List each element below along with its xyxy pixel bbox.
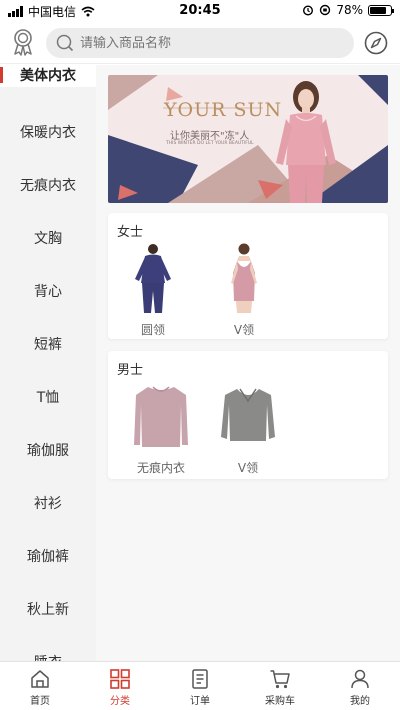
tab-bar: 首页 分类 订单 采购车 我的 <box>0 661 400 710</box>
banner-brand: YOUR SUN <box>164 99 283 121</box>
tab-profile[interactable]: 我的 <box>320 662 400 710</box>
sidebar-item[interactable]: 短裤 <box>0 319 96 372</box>
tab-label: 分类 <box>110 696 130 707</box>
tab-label: 我的 <box>350 696 370 707</box>
compass-icon[interactable] <box>364 31 388 55</box>
section-men: 男士 无痕内衣 V领 <box>108 351 388 479</box>
sidebar-item[interactable]: 瑜伽服 <box>0 425 96 478</box>
order-icon <box>192 669 208 689</box>
search-icon <box>56 34 74 52</box>
sidebar-item[interactable]: T恤 <box>0 372 96 425</box>
sidebar-item[interactable]: 无痕内衣 <box>0 160 96 213</box>
product-item[interactable]: V领 <box>213 381 283 476</box>
product-image <box>135 244 171 313</box>
product-label: 无痕内衣 <box>136 461 185 475</box>
search-input[interactable] <box>80 35 340 51</box>
category-sidebar: 美体内衣 保暖内衣 无痕内衣 文胸 背心 短裤 T恤 瑜伽服 衬衫 瑜伽裤 秋上… <box>0 65 96 661</box>
battery-percent: 78% <box>336 3 363 17</box>
section-women: 女士 圆领 V领 <box>108 213 388 339</box>
sidebar-item[interactable]: 衬衫 <box>0 478 96 531</box>
tab-order[interactable]: 订单 <box>160 662 240 710</box>
tab-cart[interactable]: 采购车 <box>240 662 320 710</box>
promo-banner[interactable]: YOUR SUN 让你美丽不"冻"人 THIS WINTER DO LET YO… <box>108 75 388 203</box>
tab-category[interactable]: 分类 <box>80 662 160 710</box>
sidebar-item-active[interactable]: 美体内衣 <box>0 65 96 87</box>
tab-label: 首页 <box>30 696 50 707</box>
header <box>0 22 400 64</box>
product-image <box>221 388 275 441</box>
sidebar-item[interactable]: 文胸 <box>0 213 96 266</box>
category-icon <box>110 669 130 689</box>
battery-icon <box>368 4 394 16</box>
medal-icon[interactable] <box>10 28 36 56</box>
product-item[interactable]: 圆领 <box>118 243 188 338</box>
section-title: 女士 <box>117 225 144 240</box>
tab-home[interactable]: 首页 <box>0 662 80 710</box>
product-item[interactable]: 无痕内衣 <box>126 381 196 476</box>
banner-tagline: THIS WINTER DO LET YOUR BEAUTIFUL <box>166 141 254 146</box>
product-label: 圆领 <box>140 323 165 337</box>
sidebar-item[interactable]: 睡衣 <box>0 637 96 661</box>
sidebar-item[interactable]: 秋上新 <box>0 584 96 637</box>
cart-icon <box>270 670 290 689</box>
banner-slogan: 让你美丽不"冻"人 <box>170 131 250 142</box>
home-icon <box>31 670 49 688</box>
product-item[interactable]: V领 <box>209 243 279 338</box>
product-image <box>231 243 257 313</box>
status-right: 78% <box>302 3 394 17</box>
sidebar-item[interactable]: 保暖内衣 <box>0 107 96 160</box>
section-title: 男士 <box>117 363 144 378</box>
category-content: YOUR SUN 让你美丽不"冻"人 THIS WINTER DO LET YO… <box>96 65 400 661</box>
sidebar-item[interactable]: 背心 <box>0 266 96 319</box>
alarm-icon <box>303 5 314 16</box>
search-box[interactable] <box>46 28 354 58</box>
user-icon <box>351 669 369 689</box>
product-image <box>134 386 188 447</box>
product-label: V领 <box>233 323 255 337</box>
status-bar: 中国电信 20:45 78% <box>0 0 400 22</box>
lock-rotation-icon <box>320 4 331 16</box>
battery-fill <box>370 6 386 14</box>
tab-label: 订单 <box>190 696 210 707</box>
product-label: V领 <box>237 461 259 475</box>
sidebar-item[interactable]: 瑜伽裤 <box>0 531 96 584</box>
tab-label: 采购车 <box>265 696 295 707</box>
